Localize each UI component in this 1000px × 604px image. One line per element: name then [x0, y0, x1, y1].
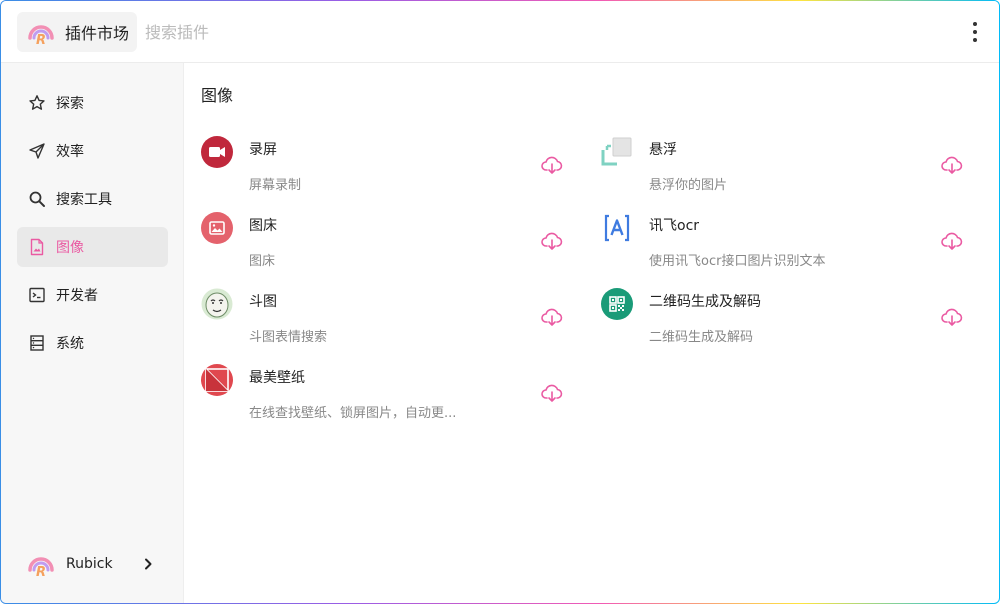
- sidebar-item-label: 图像: [56, 240, 84, 256]
- plugin-description: 使用讯飞ocr接口图片识别文本: [649, 254, 826, 269]
- cloud-download-icon[interactable]: [941, 154, 963, 176]
- plugin-card-float[interactable]: 悬浮 悬浮你的图片: [601, 135, 981, 195]
- send-icon: [29, 143, 45, 159]
- rubick-logo-icon: R: [28, 25, 54, 46]
- plugin-card-xunfei-ocr[interactable]: 讯飞ocr 使用讯飞ocr接口图片识别文本: [601, 211, 981, 271]
- section-title: 图像: [201, 86, 234, 105]
- plugin-name: 二维码生成及解码: [649, 294, 761, 310]
- plugin-name: 录屏: [249, 142, 277, 158]
- plugin-name: 讯飞ocr: [649, 218, 700, 234]
- sidebar-item-label: 效率: [56, 144, 84, 160]
- plugin-list-panel: 图像 录屏 屏幕录制 悬浮 悬浮你的图片 图床 图床 讯飞ocr 使用讯飞ocr…: [185, 63, 999, 603]
- rubick-logo-icon: R: [28, 557, 54, 578]
- app-title: 插件市场: [65, 24, 130, 43]
- sidebar-item-system[interactable]: 系统: [17, 323, 168, 363]
- plugin-description: 悬浮你的图片: [649, 178, 728, 193]
- float-window-icon: [601, 137, 632, 166]
- plugin-name: 斗图: [249, 294, 277, 310]
- sidebar-item-label: 系统: [56, 336, 84, 352]
- user-menu[interactable]: R Rubick: [17, 549, 168, 579]
- cloud-download-icon[interactable]: [541, 154, 563, 176]
- ocr-icon: [604, 214, 630, 242]
- cloud-download-icon[interactable]: [941, 306, 963, 328]
- cloud-download-icon[interactable]: [541, 230, 563, 252]
- plugin-card-screen-record[interactable]: 录屏 屏幕录制: [201, 135, 581, 195]
- search-input[interactable]: [145, 17, 645, 47]
- sidebar-item-image[interactable]: 图像: [17, 227, 168, 267]
- star-icon: [29, 95, 45, 110]
- plugin-description: 图床: [249, 254, 276, 269]
- plugin-description: 屏幕录制: [249, 178, 302, 193]
- more-vertical-icon[interactable]: [963, 19, 987, 45]
- qrcode-icon: [601, 288, 633, 320]
- plugin-card-meme[interactable]: 斗图 斗图表情搜索: [201, 287, 581, 347]
- user-name: Rubick: [66, 556, 113, 572]
- sidebar-item-developer[interactable]: 开发者: [17, 275, 168, 315]
- sidebar: 探索 效率 搜索工具 图像 开发者 系统 R Rubick: [1, 63, 184, 603]
- sidebar-item-search-tools[interactable]: 搜索工具: [17, 179, 168, 219]
- svg-text:R: R: [36, 33, 46, 46]
- plugin-name: 悬浮: [649, 142, 677, 158]
- plugin-name: 最美壁纸: [249, 370, 305, 386]
- image-host-icon: [201, 212, 233, 244]
- plugin-description: 在线查找壁纸、锁屏图片，自动更...: [249, 406, 457, 421]
- search-icon: [29, 191, 45, 207]
- sidebar-item-explore[interactable]: 探索: [17, 83, 168, 123]
- plugin-card-wallpaper[interactable]: 最美壁纸 在线查找壁纸、锁屏图片，自动更...: [201, 363, 581, 423]
- sidebar-item-label: 搜索工具: [56, 192, 112, 208]
- database-icon: [30, 335, 44, 351]
- meme-face-icon: [201, 288, 233, 320]
- top-bar: R 插件市场: [1, 1, 999, 63]
- plugin-description: 二维码生成及解码: [649, 330, 754, 345]
- wallpaper-icon: [201, 364, 233, 396]
- plugin-name: 图床: [249, 218, 277, 234]
- cloud-download-icon[interactable]: [541, 382, 563, 404]
- cloud-download-icon[interactable]: [541, 306, 563, 328]
- cloud-download-icon[interactable]: [941, 230, 963, 252]
- terminal-icon: [29, 287, 45, 303]
- sidebar-item-label: 探索: [56, 96, 84, 112]
- plugin-card-qrcode[interactable]: 二维码生成及解码 二维码生成及解码: [601, 287, 981, 347]
- image-file-icon: [30, 238, 44, 256]
- plugin-card-image-host[interactable]: 图床 图床: [201, 211, 581, 271]
- svg-text:R: R: [36, 565, 46, 578]
- sidebar-item-efficiency[interactable]: 效率: [17, 131, 168, 171]
- plugin-description: 斗图表情搜索: [249, 330, 328, 345]
- chevron-right-icon: [145, 558, 152, 570]
- video-camera-icon: [201, 136, 233, 168]
- app-title-pill[interactable]: R 插件市场: [17, 12, 137, 52]
- sidebar-item-label: 开发者: [56, 288, 98, 304]
